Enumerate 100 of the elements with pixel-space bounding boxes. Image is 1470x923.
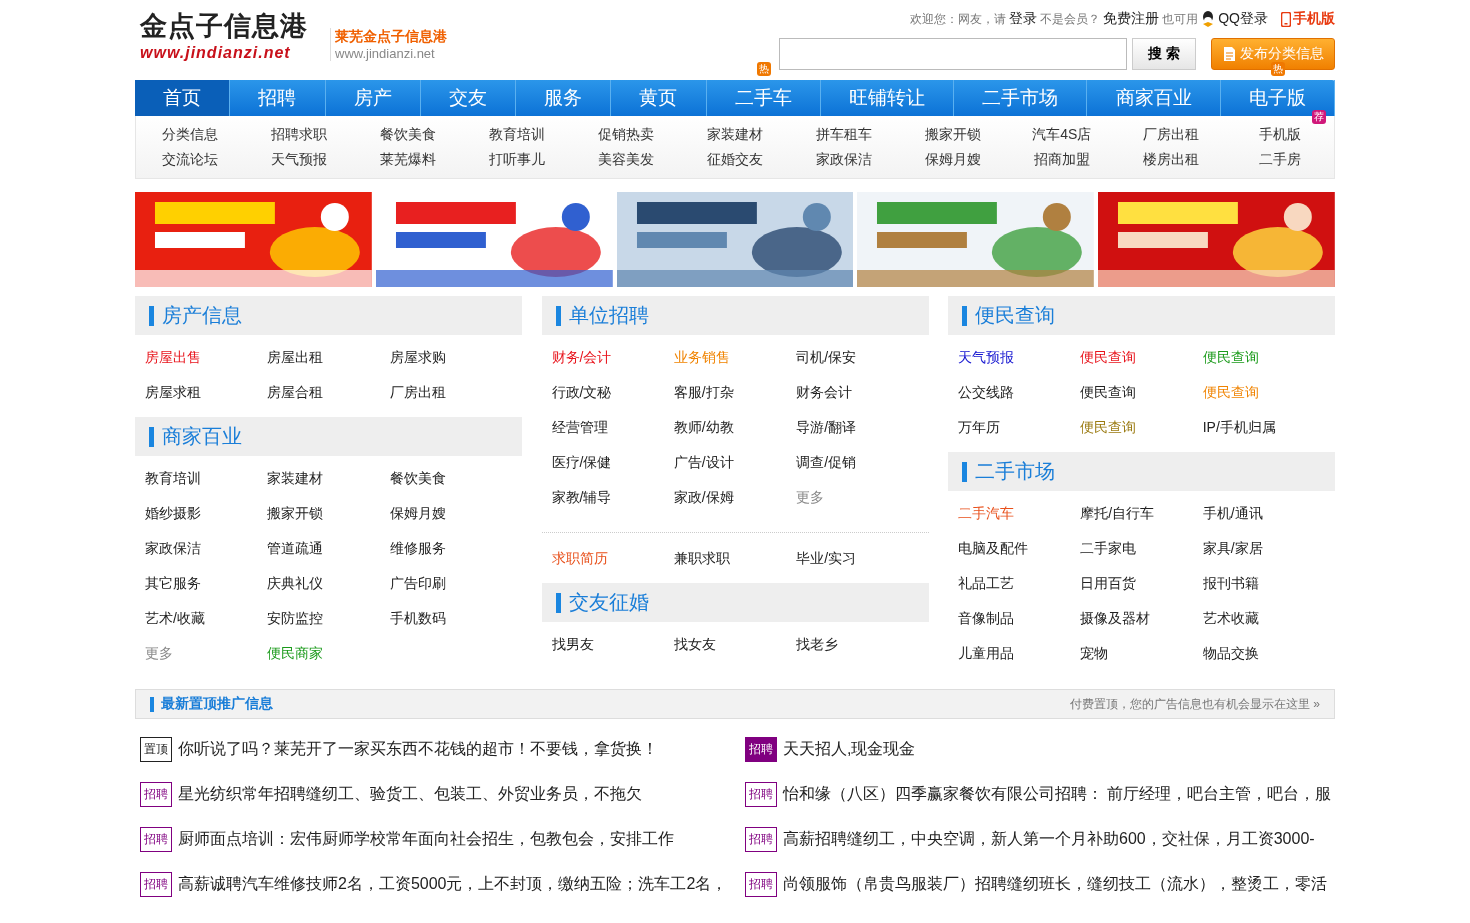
search-button[interactable]: 搜 索	[1132, 38, 1196, 70]
category-link[interactable]: 公交线路	[958, 375, 1081, 410]
category-link[interactable]: 宠物	[1080, 636, 1203, 671]
category-link[interactable]: 保姆月嫂	[389, 496, 512, 531]
category-link[interactable]: 便民查询	[1080, 375, 1203, 410]
category-link[interactable]: 更多	[145, 636, 268, 671]
subnav-link[interactable]: 莱芜爆料	[380, 147, 437, 172]
category-link[interactable]: 摄像及器材	[1080, 601, 1203, 636]
category-link[interactable]: 毕业/实习	[796, 541, 919, 576]
category-link[interactable]: 教师/幼教	[673, 410, 797, 445]
promo-link[interactable]: 高薪诚聘汽车维修技师2名，工资5000元，上不封顶，缴纳五险；洗车工2名，	[178, 874, 728, 895]
subnav-link[interactable]: 搬家开锁	[924, 122, 981, 147]
category-link[interactable]: 家政保洁	[145, 531, 268, 566]
category-link[interactable]: 财务/会计	[551, 340, 674, 375]
promo-link[interactable]: 你听说了吗？莱芜开了一家买东西不花钱的超市！不要钱，拿货换！	[178, 739, 658, 760]
category-link[interactable]: 礼品工艺	[958, 566, 1081, 601]
category-link[interactable]: 电脑及配件	[958, 531, 1081, 566]
category-link[interactable]: 司机/保安	[796, 340, 919, 375]
subnav-link[interactable]: 交流论坛	[162, 147, 219, 172]
promo-link[interactable]: 怡和缘（八区）四季赢家餐饮有限公司招聘： 前厅经理，吧台主管，吧台，服	[783, 784, 1332, 805]
subnav-link[interactable]: 餐饮美食	[380, 122, 437, 147]
category-link[interactable]: 便民查询	[1202, 340, 1325, 375]
category-link[interactable]: 儿童用品	[958, 636, 1081, 671]
subnav-link[interactable]: 美容美发	[598, 147, 655, 172]
subnav-link[interactable]: 招商加盟	[1033, 147, 1090, 172]
category-link[interactable]: 安防监控	[267, 601, 390, 636]
promo-link[interactable]: 尚领服饰（帛贵鸟服装厂）招聘缝纫班长，缝纫技工（流水），整烫工，零活	[783, 874, 1327, 895]
category-link[interactable]: 找老乡	[796, 627, 919, 662]
promo-link[interactable]: 星光纺织常年招聘缝纫工、验货工、包装工、外贸业务员，不拖欠	[178, 784, 642, 805]
category-link[interactable]: 家具/家居	[1202, 531, 1325, 566]
category-link[interactable]: 报刊书籍	[1202, 566, 1325, 601]
category-link[interactable]: 客服/打杂	[673, 375, 797, 410]
category-link[interactable]: 广告印刷	[389, 566, 512, 601]
qq-login-link[interactable]: QQ登录	[1218, 10, 1268, 28]
category-link[interactable]: 二手家电	[1080, 531, 1203, 566]
category-link[interactable]: 摩托/自行车	[1080, 496, 1203, 531]
category-link[interactable]: 搬家开锁	[267, 496, 390, 531]
category-link[interactable]: 艺术收藏	[1202, 601, 1325, 636]
category-link[interactable]: 手机数码	[389, 601, 512, 636]
category-link[interactable]: 手机/通讯	[1202, 496, 1325, 531]
category-link[interactable]: 行政/文秘	[551, 375, 674, 410]
login-link[interactable]: 登录	[1009, 10, 1038, 28]
category-link[interactable]: 医疗/保健	[551, 445, 674, 480]
category-link[interactable]: 物品交换	[1202, 636, 1325, 671]
register-link[interactable]: 免费注册	[1103, 10, 1160, 28]
category-link[interactable]: 家政/保姆	[673, 480, 797, 515]
category-link[interactable]: 求职简历	[551, 541, 674, 576]
category-link[interactable]: 二手汽车	[958, 496, 1081, 531]
promo-note-link[interactable]: 付费置顶，您的广告信息也有机会显示在这里 »	[1070, 695, 1320, 713]
category-link[interactable]: 财务会计	[796, 375, 919, 410]
category-link[interactable]: 便民商家	[267, 636, 390, 671]
subnav-link[interactable]: 家政保洁	[815, 147, 872, 172]
subnav-link[interactable]: 厂房出租	[1142, 122, 1199, 147]
category-link[interactable]: 找男友	[551, 627, 674, 662]
category-link[interactable]: 便民查询	[1080, 410, 1203, 445]
category-link[interactable]: 便民查询	[1080, 340, 1203, 375]
category-link[interactable]: 家装建材	[267, 461, 390, 496]
category-link[interactable]: 房屋合租	[267, 375, 390, 410]
subnav-link[interactable]: 楼房出租	[1142, 147, 1199, 172]
category-link[interactable]: 餐饮美食	[389, 461, 512, 496]
category-link[interactable]: 管道疏通	[267, 531, 390, 566]
subnav-link[interactable]: 二手房	[1258, 147, 1301, 172]
category-link[interactable]: 房屋求购	[389, 340, 512, 375]
subnav-link[interactable]: 促销热卖	[598, 122, 655, 147]
category-link[interactable]: 房屋出售	[145, 340, 268, 375]
category-link[interactable]: 日用百货	[1080, 566, 1203, 601]
category-link[interactable]: 房屋求租	[145, 375, 268, 410]
subnav-link[interactable]: 征婚交友	[707, 147, 763, 172]
subnav-link[interactable]: 打听事儿	[489, 147, 546, 172]
subnav-link[interactable]: 拼车租车	[815, 122, 872, 147]
category-link[interactable]: 找女友	[673, 627, 797, 662]
subnav-link[interactable]: 汽车4S店	[1032, 122, 1092, 147]
subnav-link[interactable]: 家装建材	[707, 122, 763, 147]
category-link[interactable]: 其它服务	[145, 566, 268, 601]
subnav-link[interactable]: 分类信息	[162, 122, 219, 147]
category-link[interactable]: 音像制品	[958, 601, 1081, 636]
subnav-link[interactable]: 保姆月嫂	[924, 147, 981, 172]
category-link[interactable]: IP/手机归属	[1202, 410, 1325, 445]
promo-link[interactable]: 厨师面点培训：宏伟厨师学校常年面向社会招生，包教包会，安排工作	[178, 829, 674, 850]
mobile-link[interactable]: 手机版	[1281, 10, 1335, 28]
category-link[interactable]: 万年历	[958, 410, 1081, 445]
category-link[interactable]: 导游/翻译	[796, 410, 919, 445]
subnav-link[interactable]: 手机版	[1258, 122, 1301, 147]
category-link[interactable]: 天气预报	[958, 340, 1081, 375]
category-link[interactable]: 婚纱摄影	[145, 496, 268, 531]
category-link[interactable]: 教育培训	[145, 461, 268, 496]
category-link[interactable]: 房屋出租	[267, 340, 390, 375]
subnav-link[interactable]: 天气预报	[271, 147, 328, 172]
subnav-link[interactable]: 招聘求职	[271, 122, 328, 147]
category-link[interactable]: 维修服务	[389, 531, 512, 566]
category-link[interactable]: 更多	[796, 480, 919, 515]
nav-tab[interactable]: 首页	[135, 80, 231, 116]
category-link[interactable]: 兼职求职	[673, 541, 797, 576]
category-link[interactable]: 艺术/收藏	[145, 601, 268, 636]
category-link[interactable]: 厂房出租	[389, 375, 512, 410]
category-link[interactable]: 经营管理	[551, 410, 674, 445]
promo-link[interactable]: 高薪招聘缝纫工，中央空调，新人第一个月补助600，交社保，月工资3000-	[783, 829, 1315, 850]
category-link[interactable]: 家教/辅导	[551, 480, 674, 515]
subnav-link[interactable]: 教育培训	[489, 122, 546, 147]
category-link[interactable]: 庆典礼仪	[267, 566, 390, 601]
